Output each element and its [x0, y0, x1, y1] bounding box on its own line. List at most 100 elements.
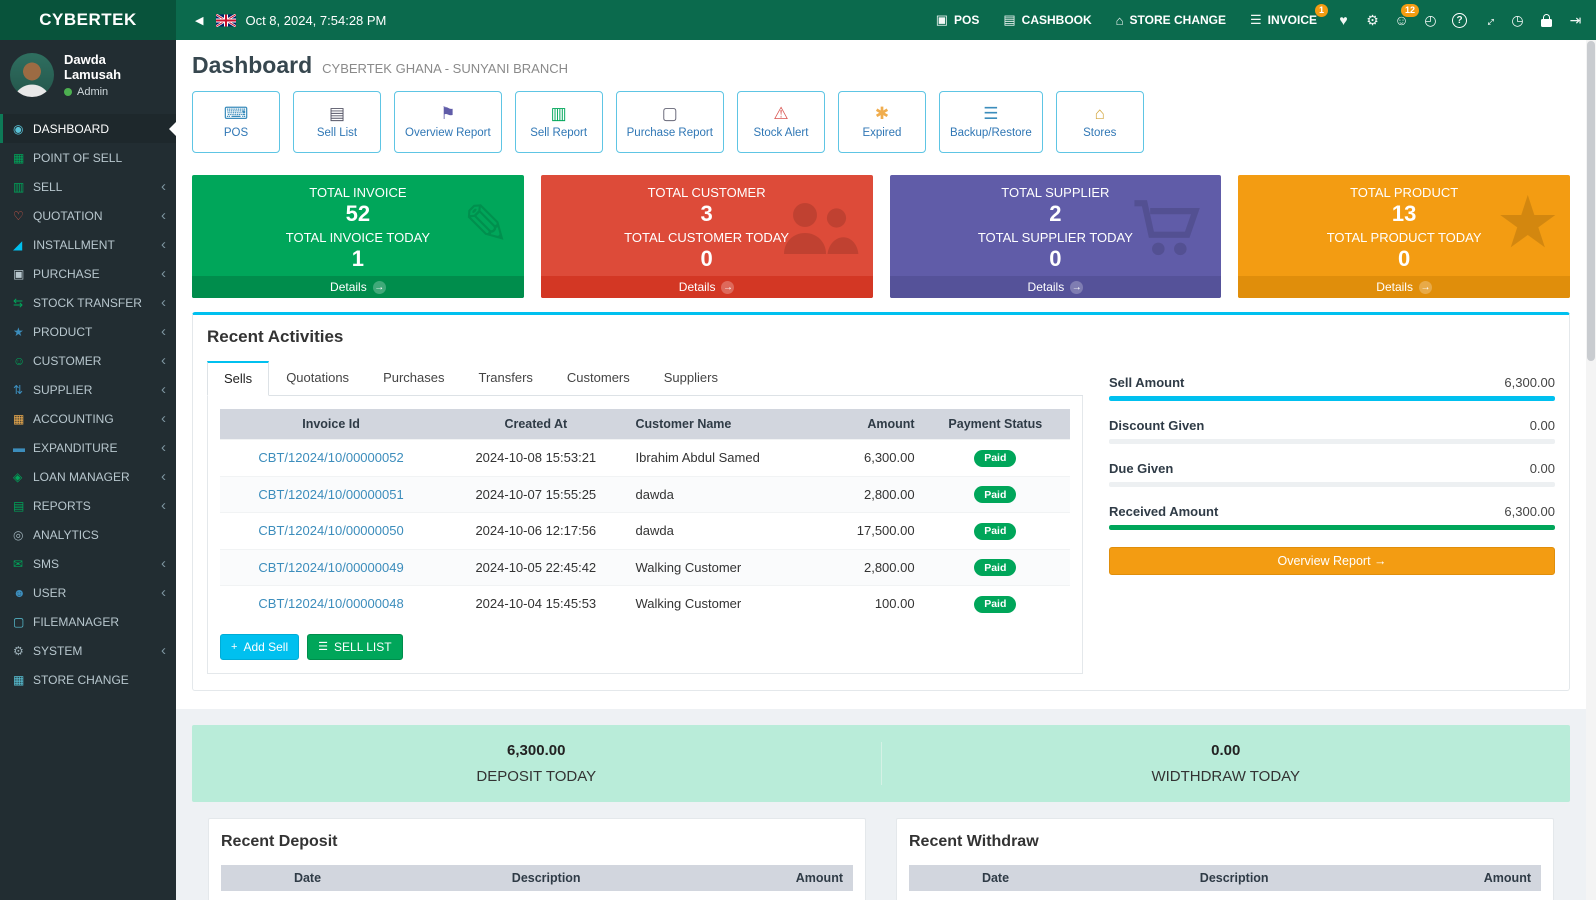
notifications-button[interactable]: ☺ 12: [1387, 0, 1416, 40]
sidebar-item-purchase[interactable]: ▣ PURCHASE ‹: [0, 259, 176, 288]
sidebar-item-label: INSTALLMENT: [33, 238, 161, 252]
lock-screen-button[interactable]: [1532, 0, 1561, 40]
sidebar-item-filemanager[interactable]: ▢ FILEMANAGER: [0, 607, 176, 636]
quick-backup-restore-button[interactable]: ☰ Backup/Restore: [939, 91, 1043, 153]
topbar-store-change-button[interactable]: ⌂ STORE CHANGE: [1104, 0, 1238, 40]
topbar-pos-button[interactable]: ▣ POS: [924, 0, 992, 40]
history-button[interactable]: ◷: [1503, 0, 1532, 40]
quick-action-label: Stores: [1083, 127, 1116, 139]
sidebar-item-installment[interactable]: ◢ INSTALLMENT ‹: [0, 230, 176, 259]
payment-status-badge: Paid: [974, 559, 1016, 576]
user-status[interactable]: Admin: [64, 86, 166, 98]
card-subtitle: TOTAL PRODUCT TODAY: [1238, 230, 1570, 245]
invoice-link[interactable]: CBT/12024/10/00000052: [258, 450, 403, 465]
pos-terminal-icon: ▦: [13, 151, 33, 165]
avatar[interactable]: [10, 53, 54, 97]
sidebar-item-sell[interactable]: ▥ SELL ‹: [0, 172, 176, 201]
quick-expired-button[interactable]: ✱ Expired: [838, 91, 926, 153]
sidebar-item-supplier[interactable]: ⇅ SUPPLIER ‹: [0, 375, 176, 404]
add-sell-button[interactable]: + Add Sell: [220, 634, 299, 660]
sidebar-item-stock-transfer[interactable]: ⇆ STOCK TRANSFER ‹: [0, 288, 176, 317]
topbar-invoice-button[interactable]: ☰ INVOICE 1: [1238, 0, 1329, 40]
favorites-button[interactable]: ♥: [1329, 0, 1358, 40]
sidebar-item-analytics[interactable]: ◎ ANALYTICS: [0, 520, 176, 549]
table-row: CBT/12024/10/00000050 2024-10-06 12:17:5…: [220, 513, 1070, 550]
help-button[interactable]: ?: [1445, 0, 1474, 40]
sidebar-toggle-icon[interactable]: ◀: [182, 14, 216, 27]
stat-cards: TOTAL INVOICE 52 TOTAL INVOICE TODAY 1 ✎…: [176, 165, 1586, 298]
tab-sells[interactable]: Sells: [207, 361, 269, 396]
alarm-clock-icon: ◴: [1424, 12, 1436, 29]
sidebar-item-dashboard[interactable]: ◉ DASHBOARD: [0, 114, 176, 143]
quick-overview-report-button[interactable]: ⚑ Overview Report: [394, 91, 502, 153]
sidebar-item-customer[interactable]: ☺ CUSTOMER ‹: [0, 346, 176, 375]
card-subvalue: 0: [541, 245, 873, 272]
invoice-link[interactable]: CBT/12024/10/00000048: [258, 596, 403, 611]
uk-flag-icon[interactable]: [216, 14, 236, 27]
alarm-button[interactable]: ◴: [1416, 0, 1445, 40]
invoice-link[interactable]: CBT/12024/10/00000051: [258, 487, 403, 502]
cash-banner: 6,300.00 DEPOSIT TODAY 0.00 WIDTHDRAW TO…: [192, 725, 1570, 802]
topbar-cashbook-button[interactable]: ▤ CASHBOOK: [991, 0, 1103, 40]
payment-status-badge: Paid: [974, 596, 1016, 613]
fullscreen-button[interactable]: ↔: [1474, 0, 1503, 40]
invoice-link[interactable]: CBT/12024/10/00000049: [258, 560, 403, 575]
scrollbar[interactable]: [1586, 40, 1596, 900]
summary-value: 0.00: [1530, 418, 1555, 433]
tab-purchases[interactable]: Purchases: [366, 361, 461, 396]
chevron-left-icon: ‹: [161, 179, 166, 194]
product-details-link[interactable]: Details →: [1238, 276, 1570, 298]
panel-table-header: Date Description Amount: [221, 865, 853, 891]
sidebar-item-sms[interactable]: ✉ SMS ‹: [0, 549, 176, 578]
sidebar-item-expanditure[interactable]: ▬ EXPANDITURE ‹: [0, 433, 176, 462]
quick-pos-button[interactable]: ⌨ POS: [192, 91, 280, 153]
tab-transfers[interactable]: Transfers: [461, 361, 549, 396]
sidebar-item-accounting[interactable]: ▦ ACCOUNTING ‹: [0, 404, 176, 433]
discount-given-row: Discount Given 0.00: [1109, 418, 1555, 444]
due-given-row: Due Given 0.00: [1109, 461, 1555, 487]
chevron-left-icon: ‹: [161, 498, 166, 513]
sidebar-item-reports[interactable]: ▤ REPORTS ‹: [0, 491, 176, 520]
logout-button[interactable]: ⇥: [1561, 0, 1590, 40]
chevron-left-icon: ‹: [161, 324, 166, 339]
sell-list-label: SELL LIST: [334, 640, 392, 654]
quick-stores-button[interactable]: ⌂ Stores: [1056, 91, 1144, 153]
quick-sell-list-button[interactable]: ▤ Sell List: [293, 91, 381, 153]
sidebar-item-system[interactable]: ⚙ SYSTEM ‹: [0, 636, 176, 665]
branch-subtitle: CYBERTEK GHANA - SUNYANI BRANCH: [322, 61, 568, 76]
card-value: 13: [1238, 200, 1570, 227]
tab-quotations[interactable]: Quotations: [269, 361, 366, 396]
sell-list-button[interactable]: ☰ SELL LIST: [307, 634, 402, 660]
customer-icon: ☺: [13, 354, 33, 368]
sidebar-item-point-of-sell[interactable]: ▦ POINT OF SELL: [0, 143, 176, 172]
customer-details-link[interactable]: Details →: [541, 276, 873, 298]
database-icon: ☰: [983, 105, 998, 122]
supplier-details-link[interactable]: Details →: [890, 276, 1222, 298]
expand-arrows-icon: ↔: [1478, 9, 1499, 30]
created-at-header: Created At: [442, 409, 629, 440]
sidebar-item-user[interactable]: ☻ USER ‹: [0, 578, 176, 607]
tab-suppliers[interactable]: Suppliers: [647, 361, 735, 396]
overview-report-button[interactable]: Overview Report →: [1109, 547, 1555, 575]
sidebar-item-store-change[interactable]: ▦ STORE CHANGE: [0, 665, 176, 694]
invoice-details-link[interactable]: Details →: [192, 276, 524, 298]
payment-status-header: Payment Status: [921, 409, 1070, 440]
quick-purchase-report-button[interactable]: ▢ Purchase Report: [616, 91, 724, 153]
invoice-link[interactable]: CBT/12024/10/00000050: [258, 523, 403, 538]
progress-bar: [1109, 439, 1555, 444]
file-list-icon: ▤: [329, 105, 345, 122]
sidebar-item-quotation[interactable]: ♡ QUOTATION ‹: [0, 201, 176, 230]
settings-button[interactable]: ⚙: [1358, 0, 1387, 40]
sidebar-item-product[interactable]: ★ PRODUCT ‹: [0, 317, 176, 346]
sidebar-item-loan-manager[interactable]: ◈ LOAN MANAGER ‹: [0, 462, 176, 491]
chevron-left-icon: ‹: [161, 643, 166, 658]
tab-customers[interactable]: Customers: [550, 361, 647, 396]
amount-cell: 100.00: [822, 586, 921, 622]
total-invoice-card: TOTAL INVOICE 52 TOTAL INVOICE TODAY 1 ✎…: [192, 175, 524, 298]
minus-icon: ▬: [13, 441, 33, 455]
scrollbar-thumb[interactable]: [1587, 41, 1595, 361]
quick-sell-report-button[interactable]: ▥ Sell Report: [515, 91, 603, 153]
brand-logo[interactable]: CYBERTEK: [0, 0, 176, 40]
card-subtitle: TOTAL CUSTOMER TODAY: [541, 230, 873, 245]
quick-stock-alert-button[interactable]: ⚠ Stock Alert: [737, 91, 825, 153]
